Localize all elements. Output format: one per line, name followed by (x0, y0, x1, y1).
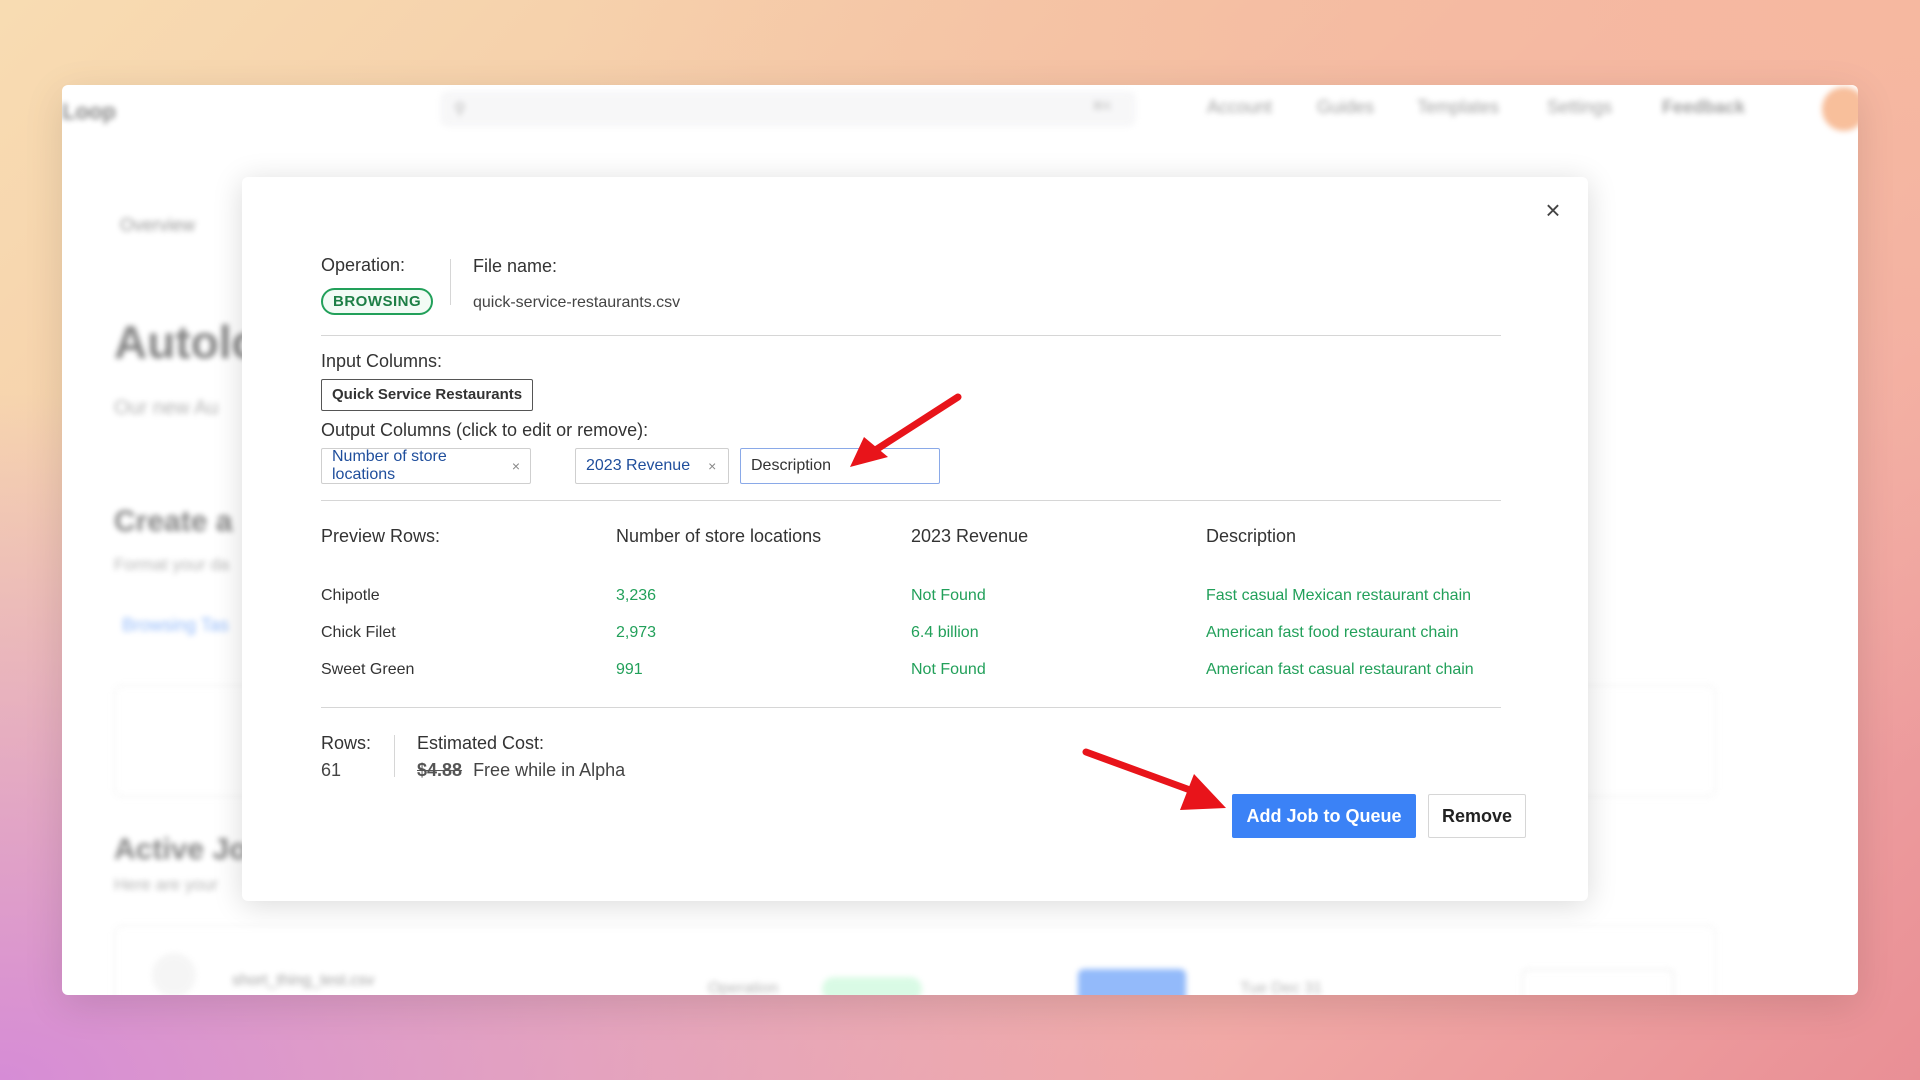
nav-feedback[interactable]: Feedback (1662, 97, 1745, 118)
user-avatar[interactable] (1822, 87, 1858, 131)
preview-cell-value: American fast food restaurant chain (1206, 624, 1459, 641)
section-divider (321, 335, 1501, 336)
section-divider (321, 707, 1501, 708)
rows-label: Rows: (321, 733, 372, 753)
original-cost: $4.88 (417, 760, 463, 780)
operation-badge: BROWSING (321, 288, 434, 315)
app-logo: Loop (62, 99, 116, 124)
preview-cell-value: American fast casual restaurant chain (1206, 661, 1474, 678)
header-divider (450, 259, 451, 305)
input-column-chip: Quick Service Restaurants (321, 379, 534, 411)
preview-cell-value: 3,236 (616, 587, 657, 604)
create-section-text: Format your da (114, 555, 230, 574)
output-column-input-description[interactable]: Description (740, 448, 940, 484)
preview-header: Number of store locations (616, 526, 822, 546)
search-shortcut: ⌘K (1092, 99, 1113, 113)
job-operation-label: Operation (708, 980, 779, 995)
nav-templates[interactable]: Templates (1417, 97, 1499, 118)
preview-cell-name: Chick Filet (321, 624, 396, 641)
preview-cell-value: Fast casual Mexican restaurant chain (1206, 587, 1472, 604)
estimated-cost-label: Estimated Cost: (417, 733, 545, 753)
input-columns-label: Input Columns: (321, 351, 443, 371)
close-icon[interactable]: × (1540, 197, 1566, 223)
nav-guides[interactable]: Guides (1317, 97, 1374, 118)
job-status-badge (822, 977, 922, 995)
preview-header: Description (1206, 526, 1297, 546)
preview-header: 2023 Revenue (911, 526, 1029, 546)
global-search-bar[interactable] (440, 91, 1136, 127)
preview-cell-value: 6.4 billion (911, 624, 979, 641)
search-icon: ⚲ (454, 101, 466, 118)
job-preview-modal: × Operation: BROWSING File name: quick-s… (242, 177, 1588, 901)
section-divider (321, 500, 1501, 501)
output-columns-label: Output Columns (click to edit or remove)… (321, 420, 649, 440)
preview-cell-value: Not Found (911, 661, 986, 678)
page-subtitle: Our new Au (114, 397, 219, 419)
output-column-chip-revenue[interactable]: 2023 Revenue × (575, 448, 729, 484)
remove-column-icon[interactable]: × (708, 458, 716, 474)
page-title: Autolo (114, 316, 260, 368)
job-action-button[interactable] (1078, 969, 1186, 995)
browsing-task-link[interactable]: Browsing Tas (122, 615, 229, 636)
remove-column-icon[interactable]: × (512, 458, 520, 474)
output-column-input-value: Description (751, 457, 832, 474)
tab-overview[interactable]: Overview (120, 215, 195, 236)
cost-note: Free while in Alpha (473, 760, 626, 780)
preview-cell-value: 991 (616, 661, 643, 678)
remove-button[interactable]: Remove (1428, 794, 1526, 838)
output-column-chip-label: 2023 Revenue (586, 457, 691, 474)
preview-header: Preview Rows: (321, 526, 441, 546)
preview-cell-value: 2,973 (616, 624, 657, 641)
preview-cell-name: Sweet Green (321, 661, 415, 678)
footer-divider (394, 735, 395, 777)
output-column-chip-store-locations[interactable]: Number of store locations × (321, 448, 531, 484)
job-avatar (152, 953, 196, 995)
operation-label: Operation: (321, 255, 406, 275)
nav-settings[interactable]: Settings (1547, 97, 1612, 118)
create-section-title: Create a (114, 505, 233, 538)
estimated-cost: $4.88 Free while in Alpha (417, 760, 625, 781)
job-archive-button[interactable] (1522, 969, 1674, 995)
active-jobs-text: Here are your (114, 875, 218, 894)
preview-cell-value: Not Found (911, 587, 986, 604)
nav-account[interactable]: Account (1207, 97, 1272, 118)
rows-value: 61 (321, 760, 342, 780)
add-job-to-queue-button[interactable]: Add Job to Queue (1232, 794, 1416, 838)
file-name-value: quick-service-restaurants.csv (473, 294, 681, 311)
job-date: Tue Dec 31 (1240, 980, 1323, 995)
preview-cell-name: Chipotle (321, 587, 380, 604)
job-file-name: short_thing_test.csv (232, 972, 375, 989)
active-jobs-title: Active Jo (114, 833, 248, 866)
file-name-label: File name: (473, 256, 558, 276)
output-column-chip-label: Number of store locations (332, 448, 447, 483)
